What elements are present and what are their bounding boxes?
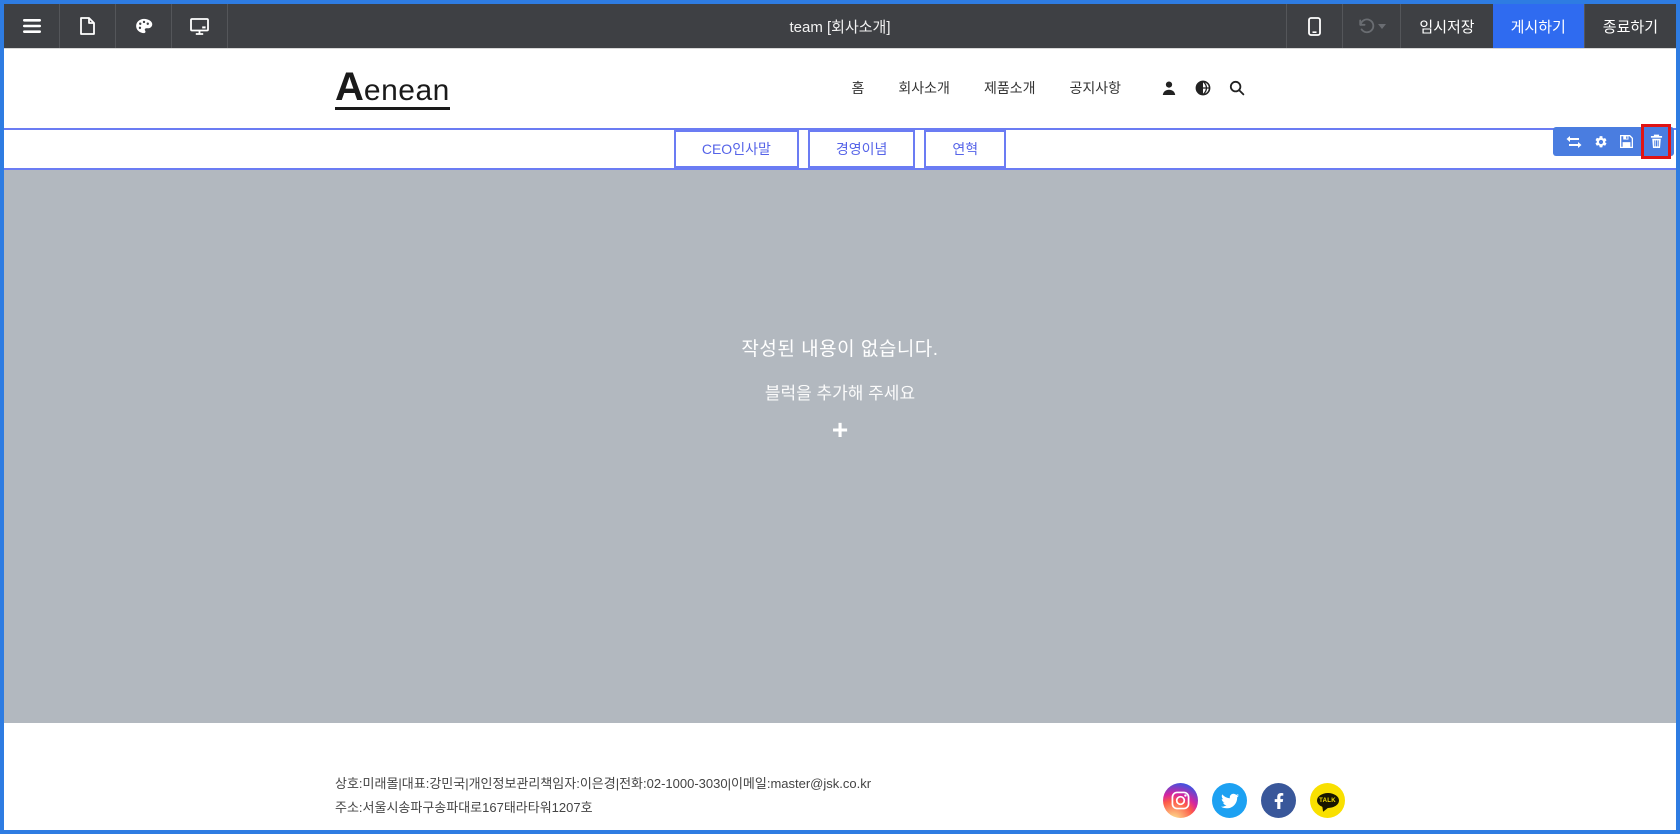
nav-item-company[interactable]: 회사소개 [898, 78, 950, 98]
footer-info-line1: 상호:미래몰|대표:강민국|개인정보관리책임자:이은경|전화:02-1000-3… [335, 772, 871, 796]
editor-topbar: team [회사소개] 임시저장 게시하기 종료하기 [4, 4, 1676, 48]
footer-info: 상호:미래몰|대표:강민국|개인정보관리책임자:이은경|전화:02-1000-3… [335, 772, 871, 820]
editor-page: team [회사소개] 임시저장 게시하기 종료하기 Aenean [0, 0, 1680, 834]
instagram-icon[interactable] [1163, 783, 1198, 818]
empty-content-area: 작성된 내용이 없습니다. 블럭을 추가해 주세요 + [4, 170, 1676, 723]
main-nav: 홈 회사소개 제품소개 공지사항 [852, 78, 1345, 98]
logo-rest: enean [364, 74, 450, 107]
user-icon[interactable] [1161, 80, 1177, 96]
kakaotalk-bubble: TALK [1317, 793, 1339, 808]
page-button[interactable] [60, 4, 116, 48]
menu-button[interactable] [4, 4, 60, 48]
kakaotalk-icon[interactable]: TALK [1310, 783, 1345, 818]
submenu-block: CEO인사말 경영이념 연혁 [4, 128, 1676, 170]
site-logo[interactable]: Aenean [335, 67, 450, 110]
social-links: TALK [1163, 783, 1345, 820]
temp-save-button[interactable]: 임시저장 [1400, 4, 1492, 48]
trash-highlight-box [1641, 124, 1671, 159]
globe-icon[interactable] [1195, 80, 1211, 96]
save-icon[interactable] [1616, 135, 1637, 148]
block-toolbar [1553, 127, 1674, 156]
nav-item-notice[interactable]: 공지사항 [1069, 78, 1121, 98]
site-header: Aenean 홈 회사소개 제품소개 공지사항 [4, 48, 1676, 128]
nav-item-products[interactable]: 제품소개 [984, 78, 1036, 98]
publish-button[interactable]: 게시하기 [1493, 4, 1584, 48]
footer-info-line2: 주소:서울시송파구송파대로167태라타워1207호 [335, 796, 871, 820]
logo-initial: A [335, 65, 364, 109]
empty-message-line1: 작성된 내용이 없습니다. [741, 334, 938, 361]
swap-icon[interactable] [1562, 136, 1586, 148]
mobile-preview-icon [1308, 17, 1321, 36]
desktop-icon [190, 18, 209, 35]
subtab-ceo-greeting[interactable]: CEO인사말 [674, 130, 799, 168]
menu-icon [23, 19, 41, 33]
empty-message-line2: 블럭을 추가해 주세요 [765, 379, 915, 404]
page-icon [80, 17, 95, 35]
undo-history-caret-icon[interactable] [1378, 24, 1386, 29]
undo-button[interactable] [1342, 4, 1400, 48]
palette-icon [135, 17, 153, 35]
nav-item-home[interactable]: 홈 [852, 78, 865, 98]
desktop-view-button[interactable] [172, 4, 228, 48]
add-block-button[interactable]: + [832, 416, 848, 444]
subtab-management-philosophy[interactable]: 경영이념 [808, 130, 916, 168]
twitter-icon[interactable] [1212, 783, 1247, 818]
site-footer: 상호:미래몰|대표:강민국|개인정보관리책임자:이은경|전화:02-1000-3… [4, 723, 1676, 830]
facebook-icon[interactable] [1261, 783, 1296, 818]
exit-button[interactable]: 종료하기 [1584, 4, 1676, 48]
gear-icon[interactable] [1590, 135, 1612, 149]
theme-button[interactable] [116, 4, 172, 48]
undo-icon [1358, 18, 1375, 34]
subtab-history[interactable]: 연혁 [924, 130, 1006, 168]
kakaotalk-label: TALK [1319, 798, 1336, 804]
search-icon[interactable] [1229, 80, 1245, 96]
trash-icon[interactable] [1646, 134, 1667, 149]
mobile-preview-button[interactable] [1286, 4, 1342, 48]
